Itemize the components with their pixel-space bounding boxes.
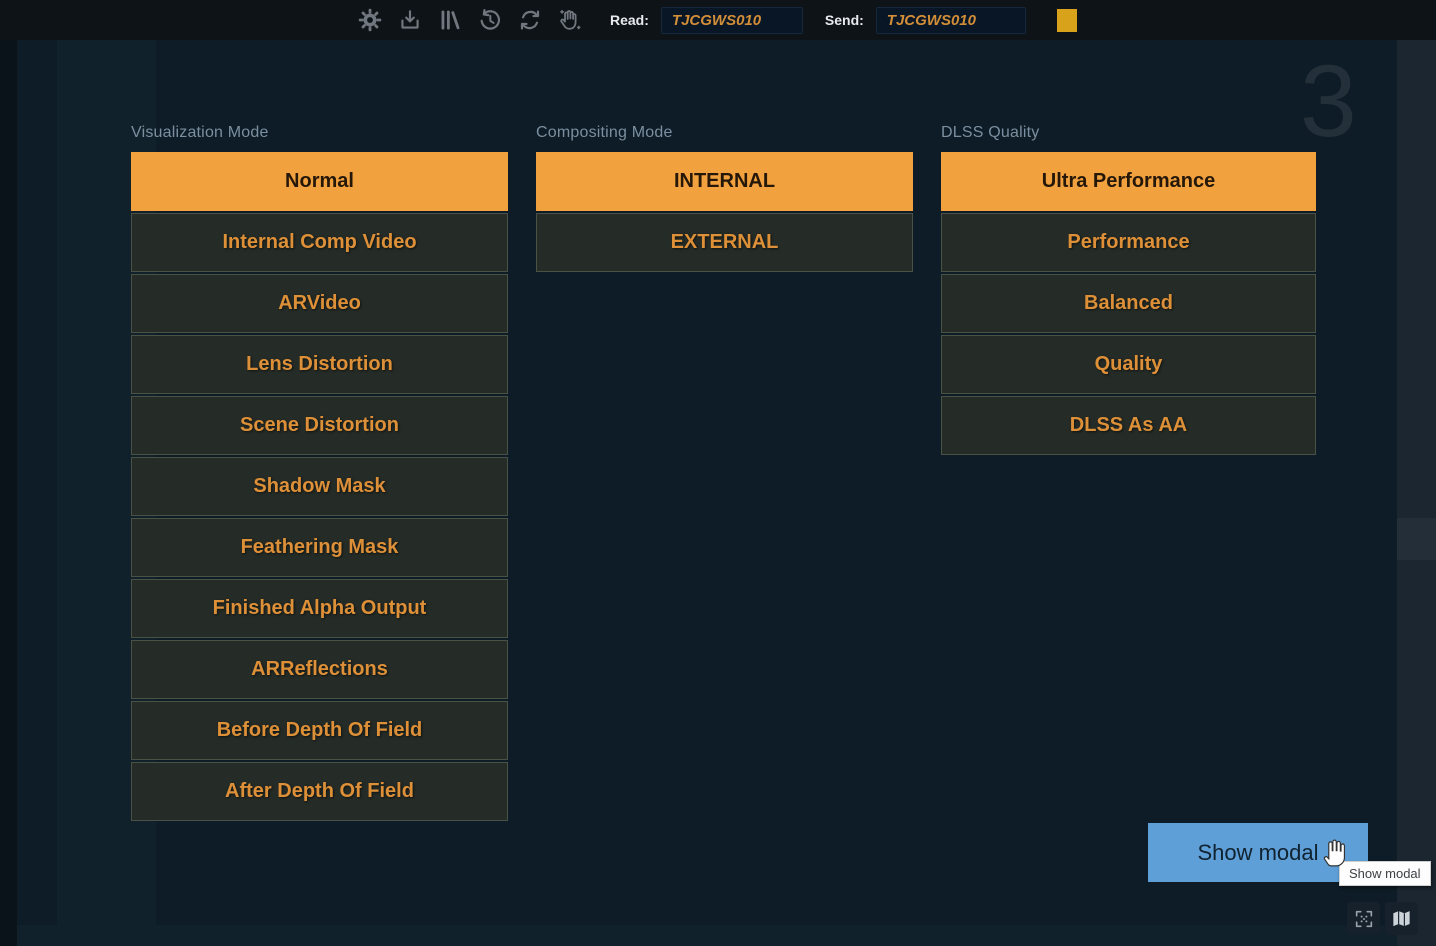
option-finished-alpha-output[interactable]: Finished Alpha Output bbox=[131, 579, 508, 638]
option-shadow-mask[interactable]: Shadow Mask bbox=[131, 457, 508, 516]
toolbar: Read: Send: bbox=[0, 0, 1436, 40]
right-side-strip bbox=[1397, 40, 1436, 946]
panel-compositing-mode: Compositing Mode INTERNALEXTERNAL bbox=[536, 124, 913, 274]
option-before-depth-of-field[interactable]: Before Depth Of Field bbox=[131, 701, 508, 760]
map-button[interactable] bbox=[1385, 902, 1418, 935]
send-label: Send: bbox=[825, 12, 864, 28]
pan-hand-icon[interactable] bbox=[556, 7, 583, 34]
option-performance[interactable]: Performance bbox=[941, 213, 1316, 272]
option-scene-distortion[interactable]: Scene Distortion bbox=[131, 396, 508, 455]
option-balanced[interactable]: Balanced bbox=[941, 274, 1316, 333]
history-icon[interactable] bbox=[476, 7, 503, 34]
option-arvideo[interactable]: ARVideo bbox=[131, 274, 508, 333]
settings-icon[interactable] bbox=[356, 7, 383, 34]
option-quality[interactable]: Quality bbox=[941, 335, 1316, 394]
download-icon[interactable] bbox=[396, 7, 423, 34]
option-lens-distortion[interactable]: Lens Distortion bbox=[131, 335, 508, 394]
panel-title: Compositing Mode bbox=[536, 124, 913, 142]
option-internal[interactable]: INTERNAL bbox=[536, 152, 913, 211]
read-label: Read: bbox=[610, 12, 649, 28]
read-input[interactable] bbox=[661, 7, 803, 34]
panel-title: DLSS Quality bbox=[941, 124, 1316, 142]
option-external[interactable]: EXTERNAL bbox=[536, 213, 913, 272]
fit-to-screen-button[interactable] bbox=[1347, 902, 1380, 935]
io-fields: Read: Send: bbox=[610, 0, 1077, 40]
fit-to-screen-icon bbox=[1353, 908, 1375, 930]
show-modal-button[interactable]: Show modal bbox=[1148, 823, 1368, 882]
panel-visualization-mode: Visualization Mode NormalInternal Comp Vi… bbox=[131, 124, 508, 823]
option-arreflections[interactable]: ARReflections bbox=[131, 640, 508, 699]
option-ultra-performance[interactable]: Ultra Performance bbox=[941, 152, 1316, 211]
panel-title: Visualization Mode bbox=[131, 124, 508, 142]
send-input[interactable] bbox=[876, 7, 1026, 34]
option-internal-comp-video[interactable]: Internal Comp Video bbox=[131, 213, 508, 272]
map-icon bbox=[1390, 907, 1413, 930]
sync-icon[interactable] bbox=[516, 7, 543, 34]
option-normal[interactable]: Normal bbox=[131, 152, 508, 211]
scrollbar-thumb[interactable] bbox=[1397, 518, 1436, 560]
show-modal-tooltip: Show modal bbox=[1339, 861, 1431, 886]
left-edge-strip bbox=[0, 40, 17, 946]
option-feathering-mask[interactable]: Feathering Mask bbox=[131, 518, 508, 577]
option-after-depth-of-field[interactable]: After Depth Of Field bbox=[131, 762, 508, 821]
status-indicator bbox=[1057, 9, 1077, 32]
toolbar-icons bbox=[356, 0, 583, 40]
bottom-band bbox=[17, 925, 1397, 946]
option-dlss-as-aa[interactable]: DLSS As AA bbox=[941, 396, 1316, 455]
panel-dlss-quality: DLSS Quality Ultra PerformancePerformance… bbox=[941, 124, 1316, 457]
library-icon[interactable] bbox=[436, 7, 463, 34]
